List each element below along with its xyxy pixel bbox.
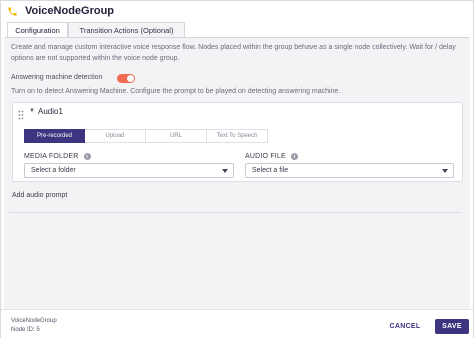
page-title: VoiceNodeGroup xyxy=(25,5,115,17)
phone-icon xyxy=(6,5,18,17)
tab-configuration[interactable]: Configuration xyxy=(7,22,68,37)
chevron-down-icon xyxy=(222,169,228,173)
media-folder-label: MEDIA FOLDER i xyxy=(24,153,91,160)
audio-source-tabs: Pre-recorded Upload URL Text To Speech xyxy=(24,129,268,143)
audio-file-select[interactable]: Select a file xyxy=(245,163,454,178)
audio-title: Audio1 xyxy=(38,107,63,116)
audio-file-value: Select a file xyxy=(252,167,289,174)
tab-text-to-speech[interactable]: Text To Speech xyxy=(207,129,268,143)
add-audio-prompt-link[interactable]: Add audio prompt xyxy=(12,192,67,199)
audio-file-label-text: AUDIO FILE xyxy=(245,153,286,160)
node-name: VoiceNodeGroup xyxy=(11,318,57,324)
audio-file-label: AUDIO FILE i xyxy=(245,153,298,160)
media-folder-select[interactable]: Select a folder xyxy=(24,163,234,178)
panel-header: VoiceNodeGroup xyxy=(1,1,473,21)
configuration-content: Create and manage custom interactive voi… xyxy=(4,37,470,309)
chevron-down-icon xyxy=(442,169,448,173)
info-icon[interactable]: i xyxy=(290,153,298,160)
media-folder-value: Select a folder xyxy=(31,167,76,174)
info-icon[interactable]: i xyxy=(83,153,91,160)
tab-bar: Configuration Transition Actions (Option… xyxy=(7,22,185,37)
audio-card: ▼ Audio1 Pre-recorded Upload URL Text To… xyxy=(12,102,463,182)
tab-upload[interactable]: Upload xyxy=(85,129,146,143)
panel-footer: VoiceNodeGroup Node ID: 5 CANCEL SAVE xyxy=(1,309,473,338)
tab-pre-recorded[interactable]: Pre-recorded xyxy=(24,129,85,143)
amd-label: Answering machine detection xyxy=(11,74,103,81)
drag-handle-icon[interactable] xyxy=(18,107,24,120)
save-button[interactable]: SAVE xyxy=(435,319,469,334)
group-description: Create and manage custom interactive voi… xyxy=(11,44,456,62)
amd-help-text: Turn on to detect Answering Machine. Con… xyxy=(11,88,341,95)
collapse-caret-icon[interactable]: ▼ xyxy=(29,108,35,114)
divider xyxy=(9,212,461,213)
amd-toggle[interactable] xyxy=(117,74,135,83)
node-id: Node ID: 5 xyxy=(11,327,40,333)
voice-node-group-panel: VoiceNodeGroup Configuration Transition … xyxy=(0,0,474,338)
tab-url[interactable]: URL xyxy=(146,129,207,143)
tab-transition-actions[interactable]: Transition Actions (Optional) xyxy=(68,22,185,37)
media-folder-label-text: MEDIA FOLDER xyxy=(24,153,79,160)
cancel-button[interactable]: CANCEL xyxy=(385,319,425,333)
